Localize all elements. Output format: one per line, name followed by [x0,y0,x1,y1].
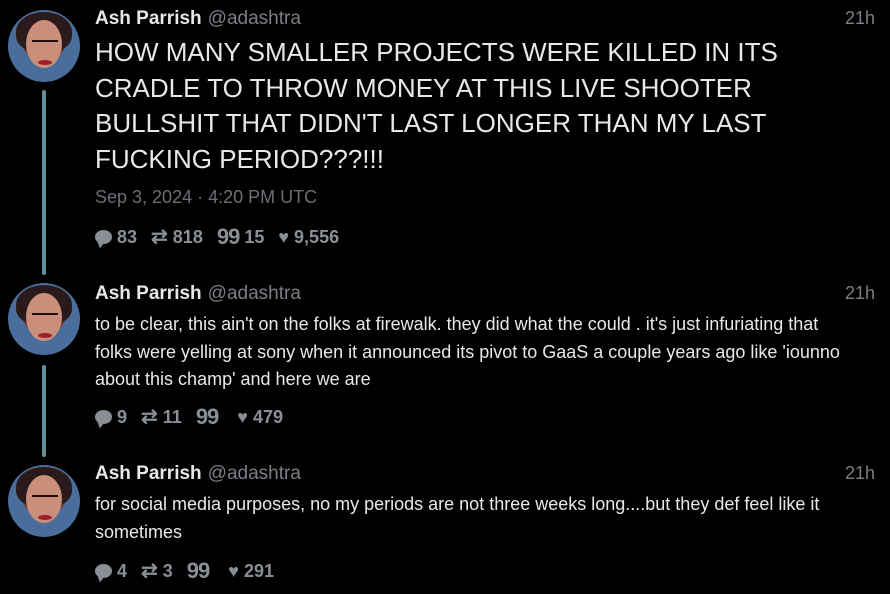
like-button[interactable]: ♥ 291 [228,561,274,582]
like-count: 479 [252,406,284,427]
tweet-text: HOW MANY SMALLER PROJECTS WERE KILLED IN… [95,37,778,174]
author-name[interactable]: Ash Parrish [95,8,202,29]
retweet-button[interactable]: ⇄ 3 [141,561,173,582]
retweet-button[interactable]: ⇄ 818 [151,227,203,248]
heart-icon: ♥ [228,560,239,581]
tweet[interactable]: Ash Parrish @adashtra 21h for social medi… [0,460,890,594]
retweet-button[interactable]: ⇄ 11 [141,407,182,428]
tweet-text: to be clear, this ain't on the folks at … [95,314,840,389]
avatar[interactable] [8,465,80,537]
reply-button[interactable]: 83 [95,227,137,248]
author-name[interactable]: Ash Parrish [95,283,202,304]
quote-icon: 99 [186,558,211,583]
quote-count: 15 [244,226,265,247]
reply-count: 9 [117,406,128,427]
tweet-time[interactable]: 21h [845,8,875,29]
quote-icon: 99 [195,404,220,429]
retweet-count: 818 [172,226,203,247]
author-handle[interactable]: @adashtra [208,463,301,484]
author-name[interactable]: Ash Parrish [95,463,202,484]
heart-icon: ♥ [278,226,290,247]
like-count: 291 [243,560,275,581]
comment-bubble-icon [95,410,112,424]
retweet-icon: ⇄ [141,560,158,582]
tweet-text: for social media purposes, no my periods… [95,494,820,542]
reply-button[interactable]: 9 [95,407,127,428]
avatar[interactable] [8,10,80,82]
tweet-actions: 83 ⇄ 818 99 15 ♥ 9,556 [95,226,353,248]
avatar[interactable] [8,283,80,355]
tweet-actions: 4 ⇄ 3 99 ♥ 291 [95,560,288,582]
quote-icon: 99 [216,224,241,249]
tweet[interactable]: Ash Parrish @adashtra 21h to be clear, th… [0,280,890,450]
author-handle[interactable]: @adashtra [208,283,301,304]
retweet-count: 3 [162,560,173,581]
retweet-icon: ⇄ [141,406,158,428]
quote-button[interactable]: 99 [195,404,223,429]
reply-count: 4 [117,560,128,581]
reply-count: 83 [117,226,138,247]
author-handle[interactable]: @adashtra [208,8,301,29]
comment-bubble-icon [95,564,112,578]
heart-icon: ♥ [237,406,248,427]
tweet-time[interactable]: 21h [845,463,875,484]
tweet-actions: 9 ⇄ 11 99 ♥ 479 [95,406,297,428]
retweet-count: 11 [162,406,182,427]
comment-bubble-icon [95,230,112,244]
quote-button[interactable]: 99 [186,558,214,583]
reply-button[interactable]: 4 [95,561,127,582]
tweet-date[interactable]: Sep 3, 2024 · 4:20 PM UTC [95,187,317,208]
tweet[interactable]: Ash Parrish @adashtra 21h HOW MANY SMALLE… [0,0,890,270]
like-button[interactable]: ♥ 479 [237,407,283,428]
like-count: 9,556 [294,226,340,247]
tweet-time[interactable]: 21h [845,283,875,304]
retweet-icon: ⇄ [151,226,168,248]
like-button[interactable]: ♥ 9,556 [278,227,339,248]
quote-button[interactable]: 99 15 [216,224,265,249]
